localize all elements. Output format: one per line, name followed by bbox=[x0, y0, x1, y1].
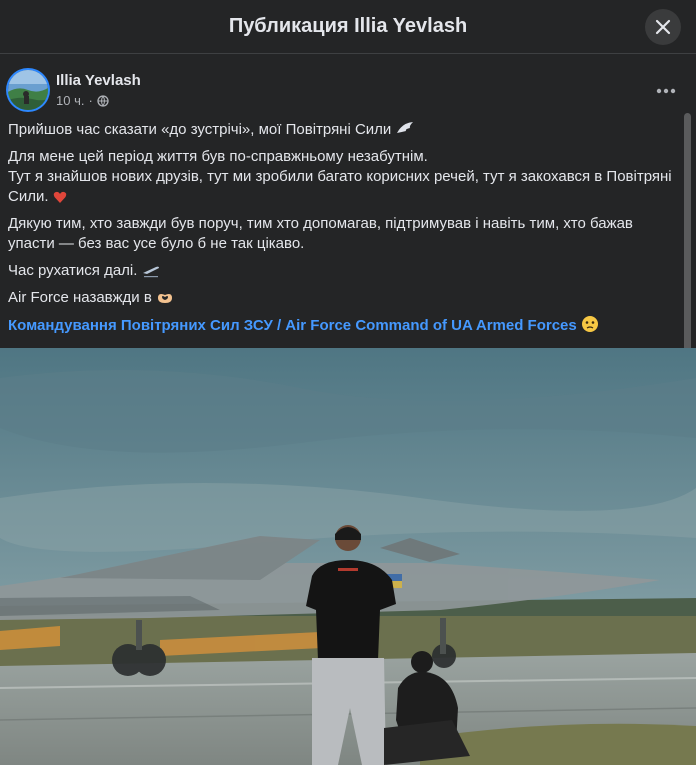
paragraph: Для мене цей період життя був по-справжн… bbox=[8, 148, 672, 205]
post-body: Illia Yevlash 10 ч. · Прийшов час сказат… bbox=[0, 55, 696, 353]
heart-emoji-icon bbox=[53, 191, 66, 203]
airplane-emoji-icon bbox=[142, 266, 159, 278]
paragraph: Час рухатися далі. bbox=[8, 261, 680, 281]
author-name[interactable]: Illia Yevlash bbox=[56, 72, 141, 89]
photo-image bbox=[0, 348, 696, 765]
heart-hands-emoji-icon bbox=[157, 294, 172, 303]
paragraph: Дякую тим, хто завжди був поруч, тим хто… bbox=[8, 215, 633, 252]
post-text: Прийшов час сказати «до зустрічі», мої П… bbox=[8, 120, 680, 343]
avatar[interactable] bbox=[8, 70, 48, 110]
wing-emoji-icon bbox=[396, 122, 413, 133]
paragraph: Командування Повітряних Сил ЗСУ / Air Fo… bbox=[8, 315, 680, 336]
more-options-button[interactable] bbox=[656, 81, 676, 99]
post-time[interactable]: 10 ч. bbox=[56, 93, 84, 108]
close-icon bbox=[655, 19, 671, 35]
post-meta: 10 ч. · bbox=[56, 93, 109, 108]
scrollbar[interactable] bbox=[684, 113, 691, 353]
avatar-image bbox=[8, 70, 48, 110]
more-options-icon bbox=[656, 88, 676, 94]
post-photo[interactable] bbox=[0, 348, 696, 765]
face-emoji-icon bbox=[581, 316, 598, 332]
paragraph: Air Force назавжди в bbox=[8, 288, 680, 308]
dialog-header: Публикация Illia Yevlash bbox=[0, 0, 696, 54]
close-button[interactable] bbox=[645, 9, 681, 45]
page-tag-link[interactable]: Командування Повітряних Сил ЗСУ / Air Fo… bbox=[8, 317, 577, 334]
globe-icon[interactable] bbox=[97, 94, 109, 107]
paragraph: Прийшов час сказати «до зустрічі», мої П… bbox=[8, 120, 680, 140]
meta-separator: · bbox=[88, 93, 93, 108]
dialog-title: Публикация Illia Yevlash bbox=[228, 15, 468, 37]
